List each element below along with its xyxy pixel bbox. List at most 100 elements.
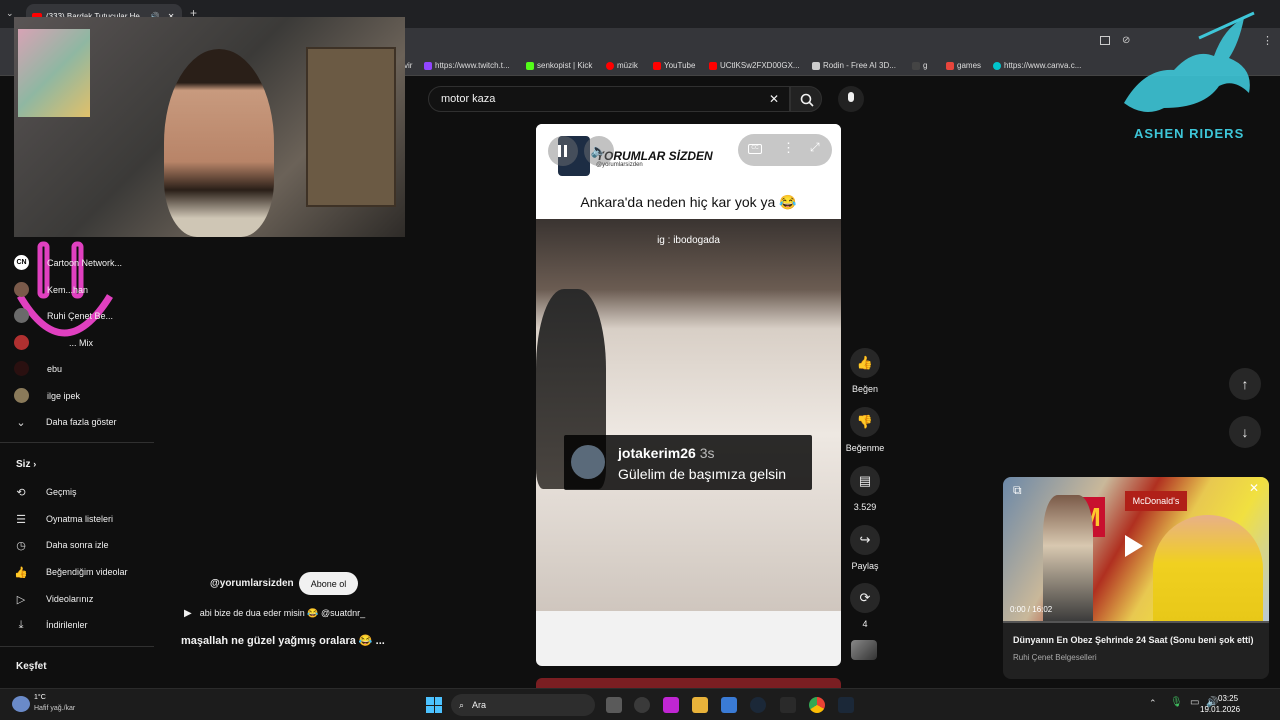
expand-icon[interactable]: ⧉	[1013, 483, 1022, 498]
bookmark-6[interactable]: Rodin - Free AI 3D...	[812, 61, 896, 70]
logo-text: ASHEN RIDERS	[1134, 126, 1245, 141]
search-button[interactable]	[790, 86, 822, 112]
sidebar-item-your-videos[interactable]: ▷ Videolarınız	[14, 592, 94, 606]
steam-icon[interactable]	[838, 697, 854, 713]
clock-date[interactable]: 19.01.2026	[1200, 705, 1240, 714]
search-input[interactable]: motor kaza ✕	[428, 86, 790, 112]
history-icon: ⟲	[16, 486, 26, 499]
subscription-item-2[interactable]: Ruhi Çenet Be...	[14, 308, 113, 323]
short-video-player[interactable]: YORUMLAR SİZDEN @yorumlarsizden 🔈 CC ⋮ ⤢…	[536, 124, 841, 666]
taskbar-search[interactable]: ⌕ Ara	[451, 694, 595, 716]
task-view-icon[interactable]	[606, 697, 622, 713]
weather-temp: 1°C	[34, 694, 46, 701]
explore-section-title: Keşfet	[16, 661, 47, 672]
file-explorer-icon[interactable]	[692, 697, 708, 713]
bookmark-5[interactable]: UCtlKSw2FXD00GX...	[709, 61, 800, 70]
search-icon: ⌕	[459, 699, 465, 710]
featured-comment[interactable]: maşallah ne güzel yağmış oralara 😂 ...	[181, 634, 385, 647]
like-button[interactable]: 👍 Beğen	[846, 348, 884, 394]
miniplayer-title[interactable]: Dünyanın En Obez Şehrinde 24 Saat (Sonu …	[1013, 635, 1254, 645]
chevron-up-icon[interactable]: ⌃	[1149, 698, 1157, 709]
commenter-avatar	[571, 445, 605, 479]
weather-icon[interactable]	[12, 696, 30, 712]
games-icon	[946, 61, 954, 70]
bookmark-1[interactable]: https://www.twitch.t...	[424, 61, 510, 70]
thumbs-down-icon: 👎	[850, 407, 880, 437]
chrome-icon[interactable]	[809, 697, 825, 713]
your-videos-icon: ▷	[16, 593, 26, 606]
channel-handle[interactable]: @yorumlarsizden	[210, 578, 294, 589]
you-section-title[interactable]: Siz ›	[16, 459, 36, 470]
bookmark-2[interactable]: senkopist | Kick	[526, 61, 592, 70]
rodin-icon	[812, 61, 820, 70]
pause-button[interactable]	[548, 136, 578, 166]
short-title-row[interactable]: ▶ abi bize de dua eder misin 😂 @suatdnr_	[184, 608, 365, 619]
miniplayer[interactable]: M McDonald's ⧉ ✕ 0:00 / 16:02 Dünyanın E…	[1003, 477, 1269, 679]
fullscreen-icon[interactable]: ⤢	[810, 140, 820, 155]
host-figure	[1043, 495, 1093, 622]
store-icon[interactable]	[721, 697, 737, 713]
clock-time[interactable]: 03:25	[1218, 694, 1238, 703]
clear-search-icon[interactable]: ✕	[769, 92, 779, 106]
subscription-item-5[interactable]: ilge ipek	[14, 388, 80, 403]
comments-button[interactable]: ▤ 3.529	[846, 466, 884, 512]
playlists-icon: ☰	[16, 513, 26, 526]
wall-poster	[18, 29, 90, 117]
subscription-item-1[interactable]: Kem...han	[14, 282, 88, 297]
subscription-label: Cartoon Network...	[47, 257, 123, 268]
previous-short-button[interactable]: ↑	[1229, 368, 1261, 400]
progress-bar[interactable]	[1003, 621, 1269, 623]
sidebar-item-playlists[interactable]: ☰ Oynatma listeleri	[14, 512, 113, 526]
bookmark-4[interactable]: YouTube	[653, 61, 695, 70]
app-icon[interactable]	[663, 697, 679, 713]
youtube-icon	[709, 61, 717, 70]
remix-button[interactable]: ⟳ 4	[846, 583, 884, 629]
share-button[interactable]: ↪ Paylaş	[846, 525, 884, 571]
subscription-item-4[interactable]: ebu	[14, 361, 62, 376]
bookmark-0[interactable]: vir	[404, 61, 412, 70]
short-title: abi bize de dua eder misin 😂 @suatdnr_	[199, 608, 366, 618]
voice-search-button[interactable]	[838, 86, 864, 112]
subscribe-button[interactable]: Abone ol	[299, 572, 358, 595]
sidebar-divider	[0, 646, 154, 647]
sidebar-item-history[interactable]: ⟲ Geçmiş	[14, 485, 76, 499]
miniplayer-channel[interactable]: Ruhi Çenet Belgeselleri	[1013, 653, 1097, 662]
volume-button[interactable]: 🔈	[584, 136, 614, 166]
play-icon: ▶	[184, 608, 192, 619]
show-more-button[interactable]: ⌄ Daha fazla göster	[14, 415, 116, 429]
kick-icon	[526, 61, 534, 70]
close-miniplayer-icon[interactable]: ✕	[1249, 481, 1259, 495]
play-icon[interactable]	[1125, 535, 1143, 557]
steam-icon[interactable]	[750, 697, 766, 713]
epic-games-icon[interactable]	[780, 697, 796, 713]
subscription-label: ebu	[47, 363, 63, 374]
short-caption: Ankara'da neden hiç kar yok ya 😂	[580, 194, 797, 210]
twitch-icon	[424, 61, 432, 70]
bookmark-7[interactable]: g	[912, 61, 927, 70]
microphone-icon[interactable]: 🎙	[1170, 697, 1183, 708]
sidebar-item-liked[interactable]: 👍 Beğendiğim videolar	[14, 565, 127, 579]
subscription-item-3[interactable]: ... Mix	[14, 335, 93, 350]
bookmark-9[interactable]: https://www.canva.c...	[993, 61, 1081, 70]
toy-shelf	[306, 47, 396, 207]
dislike-button[interactable]: 👎 Beğenme	[846, 407, 884, 453]
avatar	[14, 282, 29, 297]
copilot-icon[interactable]	[634, 697, 650, 713]
subscription-label: Kem...han	[47, 284, 89, 295]
next-short-button[interactable]: ↓	[1229, 416, 1261, 448]
share-icon: ↪	[850, 525, 880, 555]
sidebar-item-downloads[interactable]: ⤓ İndirilenler	[14, 618, 88, 632]
windows-start-icon[interactable]	[426, 697, 442, 713]
tab-search-chevron-icon[interactable]: ⌄	[6, 8, 14, 19]
captions-icon[interactable]: CC	[748, 144, 762, 154]
subscription-item-0[interactable]: CN Cartoon Network...	[14, 255, 122, 270]
bookmark-3[interactable]: müzik	[606, 61, 638, 70]
more-options-icon[interactable]: ⋮	[782, 140, 795, 156]
network-icon[interactable]: ▭	[1190, 697, 1199, 708]
sidebar-item-watch-later[interactable]: ◷ Daha sonra izle	[14, 538, 108, 552]
horse-rider-emblem	[1124, 11, 1255, 112]
sidebar-divider	[0, 442, 154, 443]
bookmark-8[interactable]: games	[946, 61, 981, 70]
sound-thumbnail[interactable]	[851, 640, 877, 660]
next-short-preview[interactable]	[536, 678, 841, 688]
